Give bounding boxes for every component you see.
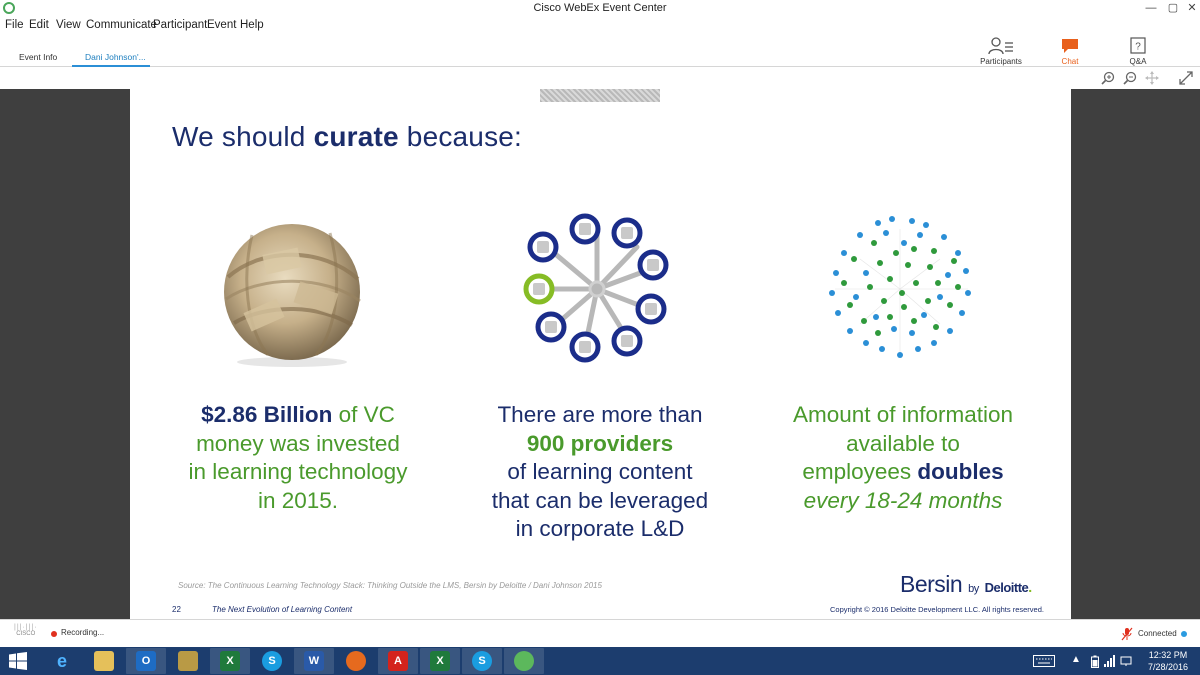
mic-muted-icon[interactable] [1121, 627, 1133, 641]
battery-icon[interactable] [1091, 655, 1099, 668]
menu-edit[interactable]: Edit [29, 19, 49, 31]
excel-icon: X [220, 651, 240, 671]
menu-help[interactable]: Help [240, 19, 264, 31]
expand-icon[interactable] [1179, 71, 1193, 85]
keyboard-icon[interactable] [1033, 655, 1055, 667]
taskbar-outlook[interactable]: O [126, 648, 166, 674]
qa-icon: ? [1130, 37, 1146, 54]
tab-row: Event Info Dani Johnson'... Participants… [0, 35, 1200, 67]
signal-icon[interactable] [1104, 655, 1116, 667]
svg-text:?: ? [1135, 42, 1141, 53]
chat-panel-button[interactable]: Chat [1040, 37, 1100, 67]
show-hidden-icons-button[interactable]: ▲ [1071, 654, 1081, 665]
taskbar-ie[interactable]: e [42, 648, 82, 674]
money-ball-image [224, 224, 361, 367]
slide-title: We should curate because: [172, 121, 523, 152]
keys-ring-image [523, 213, 669, 363]
slide-number: 22 [172, 605, 181, 614]
qa-panel-button[interactable]: ? Q&A [1108, 37, 1168, 67]
tab-dani-johnson[interactable]: Dani Johnson'... [85, 52, 146, 62]
taskbar-excel-1[interactable]: X [210, 648, 250, 674]
connection-indicator-icon [1181, 631, 1187, 637]
window-title: Cisco WebEx Event Center [533, 2, 667, 14]
firefox-icon [346, 651, 366, 671]
taskbar-firefox[interactable] [336, 648, 376, 674]
file-explorer-icon [94, 651, 114, 671]
chat-icon [1062, 39, 1078, 53]
tab-event-info[interactable]: Event Info [19, 52, 57, 62]
recording-icon [51, 631, 57, 637]
skype-icon: S [262, 651, 282, 671]
recording-status: Recording... [61, 628, 105, 637]
taskbar-webex[interactable] [504, 648, 544, 674]
skype-icon: S [472, 651, 492, 671]
windows-start-icon[interactable] [9, 652, 27, 670]
stat-providers: There are more than 900 providers of lea… [491, 402, 709, 541]
taskbar-explorer[interactable] [84, 648, 124, 674]
presentation-stage: We should curate because: $2.86 Billion … [0, 89, 1200, 619]
taskbar-skype-2[interactable]: S [462, 648, 502, 674]
stat-information-growth: Amount of information available to emplo… [792, 402, 1014, 513]
lock-icon [178, 651, 198, 671]
clock-date: 7/28/2016 [1147, 662, 1189, 672]
taskbar-skype-1[interactable]: S [252, 648, 292, 674]
slide-top-bar [540, 89, 660, 102]
zoom-out-icon[interactable] [1123, 71, 1137, 85]
close-button[interactable]: ✕ [1180, 1, 1200, 16]
zoom-in-icon[interactable] [1101, 71, 1115, 85]
status-bar: |||·|||· CISCO Recording... Connected [0, 619, 1200, 647]
webex-icon [514, 651, 534, 671]
internet-explorer-icon: e [56, 651, 67, 671]
excel-icon: X [430, 651, 450, 671]
acrobat-icon: A [388, 651, 408, 671]
chat-label: Chat [1061, 57, 1079, 66]
cisco-logo: |||·|||· CISCO [14, 624, 38, 637]
network-icon[interactable] [1120, 655, 1132, 667]
participants-label: Participants [980, 57, 1022, 66]
menu-file[interactable]: File [5, 19, 24, 31]
pan-icon[interactable] [1145, 71, 1159, 85]
minimize-button[interactable]: — [1139, 1, 1163, 16]
slide-footer: The Next Evolution of Learning Content [212, 605, 353, 614]
slide: We should curate because: $2.86 Billion … [130, 89, 1071, 619]
menu-event[interactable]: Event [207, 19, 236, 31]
taskbar-acrobat[interactable]: A [378, 648, 418, 674]
title-bar: Cisco WebEx Event Center — ▢ ✕ [0, 0, 1200, 17]
network-dots-image [829, 216, 971, 358]
windows-taskbar: e O X S W A X S ▲ 12:32 PM 7/28/2016 [0, 647, 1200, 675]
menu-view[interactable]: View [56, 19, 81, 31]
connection-status: Connected [1138, 629, 1177, 638]
word-icon: W [304, 651, 324, 671]
menu-participant[interactable]: Participant [153, 19, 207, 31]
menu-communicate[interactable]: Communicate [86, 19, 157, 31]
participants-icon [988, 37, 1013, 55]
taskbar-clock[interactable]: 12:32 PM 7/28/2016 [1140, 649, 1196, 673]
clock-time: 12:32 PM [1148, 650, 1188, 660]
slide-copyright: Copyright © 2016 Deloitte Development LL… [830, 605, 1044, 614]
taskbar-excel-2[interactable]: X [420, 648, 460, 674]
stat-vc-money: $2.86 Billion of VC money was invested i… [188, 402, 408, 513]
bersin-deloitte-logo: Bersin by Deloitte. [900, 571, 1032, 597]
taskbar-lock-app[interactable] [168, 648, 208, 674]
zoom-toolbar [0, 67, 1200, 89]
menu-bar: File Edit View Communicate Participant E… [0, 17, 1200, 35]
outlook-icon: O [136, 651, 156, 671]
participants-panel-button[interactable]: Participants [971, 37, 1031, 67]
slide-source: Source: The Continuous Learning Technolo… [178, 581, 602, 590]
taskbar-word[interactable]: W [294, 648, 334, 674]
qa-label: Q&A [1129, 57, 1147, 66]
